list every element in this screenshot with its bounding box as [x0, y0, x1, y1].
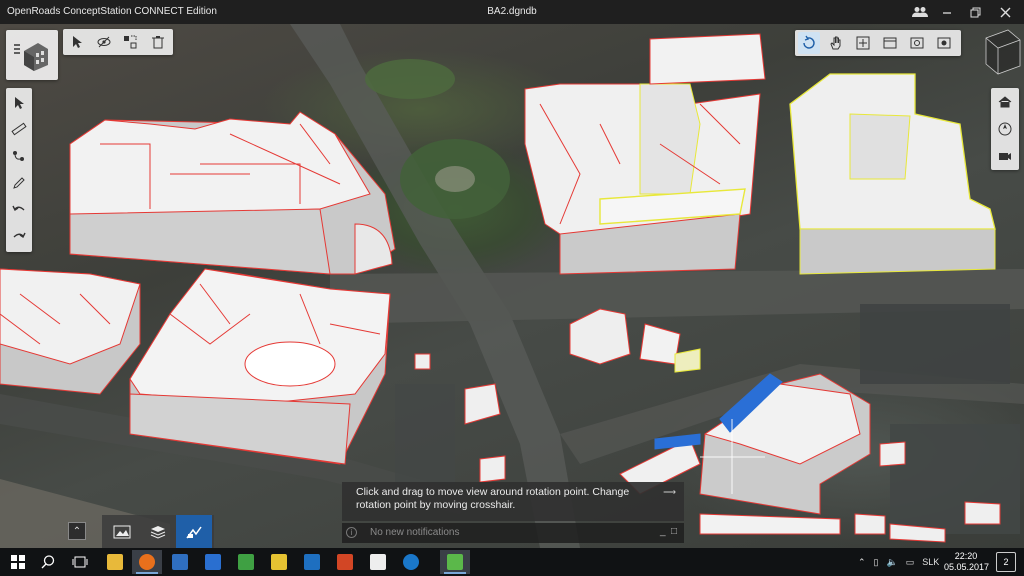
undo-icon[interactable]	[8, 199, 30, 221]
info-icon: i	[346, 527, 357, 538]
sketch-road-icon[interactable]	[8, 145, 30, 167]
battery-icon[interactable]: ▭	[906, 557, 915, 568]
collapse-panel-button[interactable]: ⌃	[68, 522, 86, 540]
title-bar: OpenRoads ConceptStation CONNECT Edition…	[0, 0, 1024, 24]
minimize-notifications-icon[interactable]: _	[660, 526, 666, 537]
building-block-southwest	[129, 268, 391, 465]
home-view-icon[interactable]	[994, 91, 1016, 113]
task-view-icon[interactable]	[65, 550, 95, 574]
action-center-icon[interactable]: 2	[996, 552, 1016, 572]
restore-icon[interactable]	[961, 0, 989, 24]
layers-tab-icon[interactable]	[140, 515, 176, 548]
redo-icon[interactable]	[8, 226, 30, 248]
system-tray: ⌃ ▯ 🔈 ▭ SLK	[858, 548, 939, 576]
select-icon[interactable]	[67, 31, 89, 53]
file-explorer-icon[interactable]	[100, 550, 130, 574]
windows-taskbar: ⌃ ▯ 🔈 ▭ SLK 22:20 05.05.2017 2	[0, 548, 1024, 576]
chevron-up-icon[interactable]: ⌃	[858, 557, 866, 568]
expand-notifications-icon[interactable]: □	[671, 526, 677, 537]
building-block-west	[0, 268, 141, 395]
design-tab-icon[interactable]	[176, 515, 212, 548]
conceptstation-icon[interactable]	[440, 550, 470, 574]
delete-icon[interactable]	[147, 31, 169, 53]
powerpoint-icon[interactable]	[330, 550, 360, 574]
backstage-menu-button[interactable]	[6, 30, 58, 80]
zoom-extents-icon[interactable]	[852, 32, 874, 54]
map-tab-icon[interactable]	[104, 515, 140, 548]
clapperboard-icon[interactable]	[363, 550, 393, 574]
navigation-compass-icon[interactable]	[994, 118, 1016, 140]
tooltip-notification: Click and drag to move view around rotat…	[342, 482, 684, 521]
top-left-toolbar	[63, 29, 173, 55]
clock-date: 05.05.2017	[944, 562, 990, 572]
clock[interactable]: 22:20 05.05.2017	[944, 551, 990, 573]
clock-time: 22:20	[954, 551, 978, 561]
save-icon[interactable]	[165, 550, 195, 574]
notification-status: No new notifications	[370, 527, 460, 538]
navigation-cube-icon[interactable]	[978, 26, 1022, 76]
notification-message: Click and drag to move view around rotat…	[356, 486, 630, 511]
hide-icon[interactable]	[93, 31, 115, 53]
app-title: OpenRoads ConceptStation CONNECT Edition	[7, 6, 217, 17]
view-toolbar	[795, 30, 961, 56]
isolate-icon[interactable]	[119, 31, 141, 53]
3d-viewport[interactable]	[0, 24, 1024, 548]
close-icon[interactable]	[991, 0, 1019, 24]
search-icon[interactable]	[33, 550, 63, 574]
outlook-icon[interactable]	[297, 550, 327, 574]
rotate-view-icon[interactable]	[798, 32, 820, 54]
building-block-selected	[524, 83, 761, 275]
left-toolbar	[6, 88, 32, 252]
workflow-tabs	[102, 515, 214, 548]
draw-icon[interactable]	[8, 172, 30, 194]
city-model-scene	[0, 24, 1024, 548]
measure-icon[interactable]	[8, 118, 30, 140]
volume-icon[interactable]: 🔈	[887, 557, 898, 568]
calculator-icon[interactable]	[198, 550, 228, 574]
start-icon[interactable]	[3, 550, 33, 574]
right-toolbar	[991, 88, 1019, 170]
user-group-icon[interactable]	[906, 0, 934, 24]
network-icon[interactable]: ▯	[874, 557, 879, 568]
building-block-northwest	[69, 111, 396, 275]
language-indicator[interactable]: SLK	[922, 557, 939, 567]
paint-icon[interactable]	[264, 550, 294, 574]
camera-view-icon[interactable]	[906, 32, 928, 54]
pin-icon[interactable]: ⟶	[663, 486, 676, 499]
firefox-icon[interactable]	[132, 550, 162, 574]
cursor-icon[interactable]	[8, 92, 30, 114]
application-window: OpenRoads ConceptStation CONNECT Edition…	[0, 0, 1024, 576]
teamviewer-icon[interactable]	[396, 550, 426, 574]
camera-settings-icon[interactable]	[933, 32, 955, 54]
minimize-icon[interactable]	[933, 0, 961, 24]
notification-bar: i No new notifications _ □	[342, 523, 684, 543]
notification-count: 2	[1003, 557, 1009, 567]
window-area-icon[interactable]	[879, 32, 901, 54]
spreadsheet-icon[interactable]	[231, 550, 261, 574]
pan-icon[interactable]	[825, 32, 847, 54]
video-camera-icon[interactable]	[994, 145, 1016, 167]
